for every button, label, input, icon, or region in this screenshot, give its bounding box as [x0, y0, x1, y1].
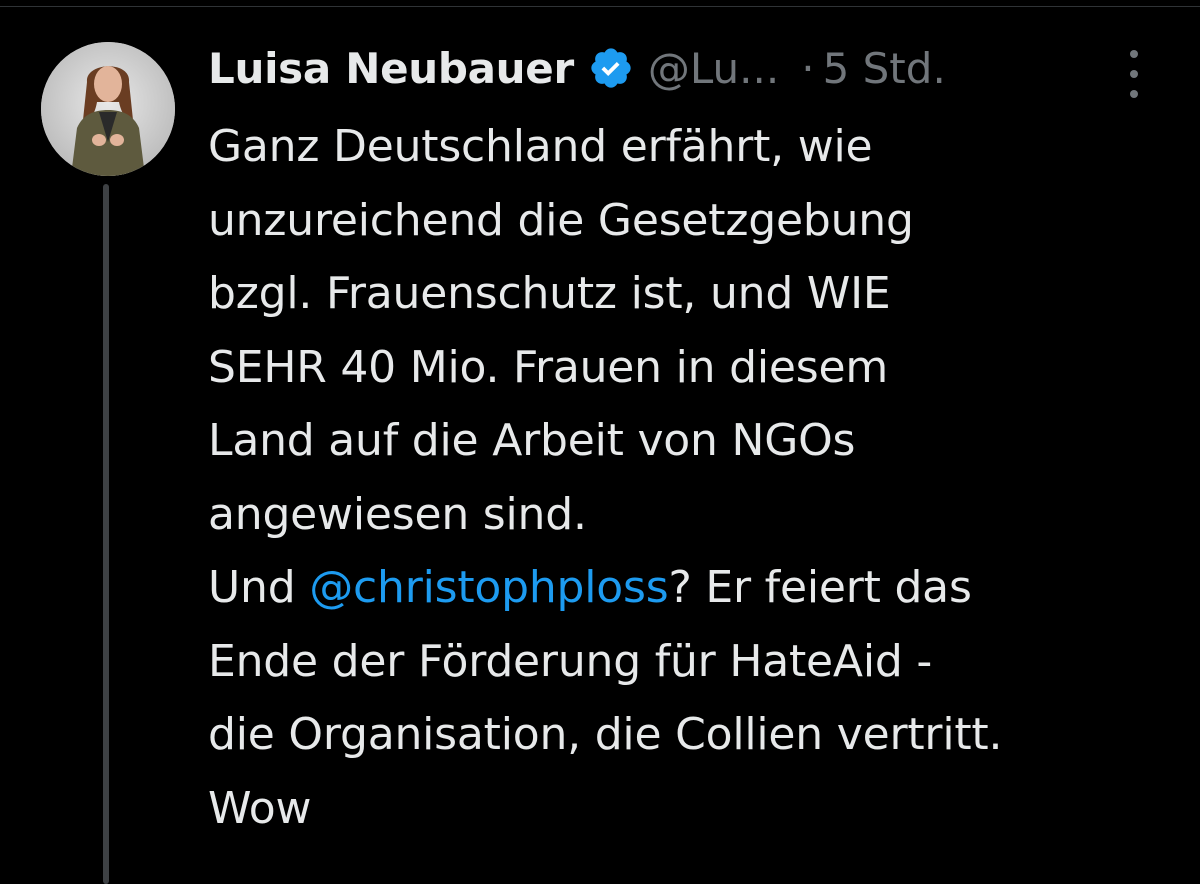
more-options-icon[interactable] — [1119, 50, 1149, 98]
tweet-text-line: die Organisation, die Collien vertritt. — [208, 709, 1003, 760]
verified-badge-icon — [588, 45, 634, 91]
tweet-text-line: Land auf die Arbeit von NGOs — [208, 415, 856, 466]
text-fragment: ? Er feiert das — [668, 562, 972, 613]
tweet-text-line: angewiesen sind. — [208, 488, 587, 540]
more-dot — [1130, 50, 1138, 58]
more-dot — [1130, 70, 1138, 78]
timestamp[interactable]: 5 Std. — [823, 44, 946, 93]
tweet-text-line-with-mention: Und @christophploss? Er feiert das — [208, 551, 1188, 625]
tweet-text-line: unzureichend die Gesetzgebung — [208, 194, 914, 246]
profile-avatar[interactable] — [41, 42, 175, 176]
tweet-text-line: Ende der Förderung für HateAid - — [208, 635, 933, 687]
avatar-photo — [41, 42, 175, 176]
tweet-header: Luisa Neubauer @Lu... · 5 Std. — [208, 38, 946, 98]
display-name[interactable]: Luisa Neubauer — [208, 44, 574, 93]
mention-link[interactable]: @christophploss — [309, 562, 668, 613]
tweet-text-line: Ganz Deutschland erfährt, wie — [208, 121, 873, 172]
thread-connector-line — [103, 184, 109, 884]
text-fragment: Und — [208, 562, 310, 613]
user-handle[interactable]: @Lu... — [648, 44, 779, 93]
top-divider — [0, 6, 1200, 7]
tweet-text: Ganz Deutschland erfährt, wie unzureiche… — [208, 110, 1188, 845]
separator-dot: · — [801, 43, 815, 93]
tweet-text-line: Wow — [208, 782, 312, 834]
more-dot — [1130, 90, 1138, 98]
tweet-text-line: SEHR 40 Mio. Frauen in diesem — [208, 341, 889, 393]
tweet-text-line: bzgl. Frauenschutz ist, und WIE — [208, 268, 891, 319]
